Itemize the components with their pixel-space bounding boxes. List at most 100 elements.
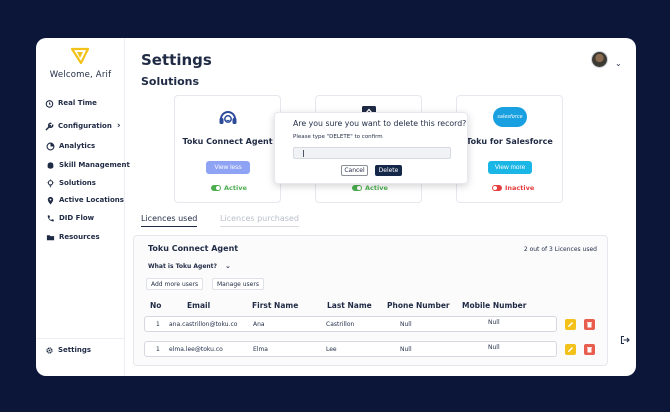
cell-last-name: Lee (326, 346, 337, 353)
sidebar-item-label: Real Time (58, 99, 97, 107)
column-header-first-name: First Name (252, 301, 299, 310)
what-is-toku-agent-link[interactable]: What is Toku Agent? ⌄ (148, 262, 231, 270)
status-label: Active (365, 184, 388, 192)
cell-phone: Null (400, 321, 412, 328)
licence-panel: Toku Connect Agent 2 out of 3 Licences u… (133, 235, 608, 366)
cell-no: 1 (156, 321, 160, 328)
licence-count: 2 out of 3 Licences used (523, 246, 597, 253)
chevron-down-icon[interactable]: ⌄ (615, 59, 622, 68)
sidebar-item-analytics[interactable]: Analytics (46, 140, 95, 152)
folder-icon (46, 233, 55, 242)
manage-users-button[interactable]: Manage users (212, 278, 264, 290)
status-label: Active (224, 184, 247, 192)
table-row[interactable]: 1 ana.castrillon@toku.co Ana Castrillon … (144, 316, 557, 332)
trash-icon (587, 322, 592, 328)
cell-email: elma.lee@toku.co (169, 346, 223, 353)
dialog-title: Are you sure you want to delete this rec… (293, 119, 467, 128)
page-title: Settings (141, 51, 212, 69)
panel-title: Toku Connect Agent (148, 244, 239, 253)
toggle-switch[interactable] (211, 185, 221, 191)
toggle-switch[interactable] (492, 185, 502, 191)
analytics-icon (46, 142, 55, 151)
alarm-clock-icon (45, 99, 54, 108)
salesforce-logo: salesforce (493, 107, 527, 127)
status-badge: Active (211, 184, 247, 192)
headset-agent-icon (219, 111, 237, 124)
sidebar-item-label: DID Flow (59, 214, 95, 222)
phone-icon (46, 214, 55, 223)
sidebar-item-label: Solutions (59, 179, 96, 187)
toku-logo-icon (70, 47, 90, 65)
pencil-icon (568, 322, 573, 327)
delete-confirm-input[interactable] (293, 147, 451, 159)
lightbulb-icon (46, 178, 55, 188)
cancel-button[interactable]: Cancel (341, 165, 368, 176)
sidebar-item-did-flow[interactable]: DID Flow (46, 212, 94, 224)
view-more-button[interactable]: View more (488, 161, 532, 174)
chevron-down-icon: ⌄ (225, 262, 231, 270)
section-title: Solutions (141, 75, 200, 88)
app-window: Welcome, Arif Real Time Configuration › … (36, 38, 636, 376)
text-caret (303, 150, 304, 157)
column-header-phone-number: Phone Number (387, 301, 450, 310)
delete-button[interactable]: Delete (375, 165, 402, 176)
view-less-button[interactable]: View less (206, 161, 250, 174)
column-header-no: No (150, 301, 162, 310)
column-header-email: Email (187, 301, 211, 310)
cell-mobile: Null (488, 344, 500, 351)
sidebar-item-label: Settings (58, 346, 92, 354)
sidebar-item-label: Analytics (59, 142, 96, 150)
main-content: Settings Solutions ⌄ Toku Connect Agent … (125, 38, 636, 376)
tab-licences-used[interactable]: Licences used (141, 214, 198, 227)
cell-mobile: Null (488, 319, 500, 326)
gear-icon (45, 346, 54, 355)
sidebar-item-real-time[interactable]: Real Time (45, 97, 97, 109)
toggle-switch[interactable] (352, 185, 362, 191)
cell-first-name: Elma (253, 346, 268, 353)
sidebar-item-label: Active Locations (59, 196, 124, 204)
cell-no: 1 (156, 346, 160, 353)
delete-button[interactable] (584, 344, 595, 355)
link-label: What is Toku Agent? (148, 262, 218, 270)
sidebar-item-label: Skill Management (59, 161, 130, 169)
dialog-instruction: Please type "DELETE" to confirm (293, 134, 383, 140)
column-header-mobile-number: Mobile Number (462, 301, 527, 310)
sidebar-divider (36, 338, 125, 339)
column-header-last-name: Last Name (327, 301, 372, 310)
sidebar-item-label: Configuration (58, 122, 112, 130)
sidebar-item-solutions[interactable]: Solutions (46, 177, 96, 189)
add-more-users-button[interactable]: Add more users (146, 278, 204, 290)
sidebar-item-active-locations[interactable]: Active Locations (46, 194, 124, 206)
delete-confirm-dialog: Are you sure you want to delete this rec… (274, 112, 468, 184)
cell-last-name: Castrillon (326, 321, 355, 328)
cell-phone: Null (400, 346, 412, 353)
sidebar-item-skill-management[interactable]: Skill Management (46, 159, 130, 171)
avatar[interactable] (591, 51, 608, 68)
cell-email: ana.castrillon@toku.co (169, 321, 238, 328)
welcome-text: Welcome, Arif (49, 70, 112, 80)
location-pin-icon (46, 196, 55, 205)
chevron-right-icon: › (116, 121, 121, 131)
sidebar-item-label: Resources (59, 233, 100, 241)
sidebar-item-configuration[interactable]: Configuration › (45, 120, 121, 132)
wrench-icon (45, 122, 54, 131)
table-row[interactable]: 1 elma.lee@toku.co Elma Lee Null Null (144, 341, 557, 357)
edit-button[interactable] (565, 344, 576, 355)
card-title: Toku for Salesforce (466, 137, 553, 146)
card-title: Toku Connect Agent (182, 137, 273, 146)
tab-licences-purchased[interactable]: Licences purchased (220, 214, 299, 227)
trash-icon (587, 347, 592, 353)
status-badge: Active (352, 184, 388, 192)
pencil-icon (568, 347, 573, 352)
logout-icon[interactable] (620, 335, 630, 345)
edit-button[interactable] (565, 319, 576, 330)
sidebar-item-settings[interactable]: Settings (45, 344, 91, 356)
solution-card-toku-for-salesforce: salesforce Toku for Salesforce View more… (456, 95, 563, 203)
status-label: Inactive (505, 184, 535, 192)
cell-first-name: Ana (253, 321, 265, 328)
status-badge: Inactive (492, 184, 534, 192)
delete-button[interactable] (584, 319, 595, 330)
brain-icon (46, 161, 55, 170)
sidebar-item-resources[interactable]: Resources (46, 231, 100, 243)
solution-card-toku-connect-agent: Toku Connect Agent View less Active (174, 95, 281, 203)
